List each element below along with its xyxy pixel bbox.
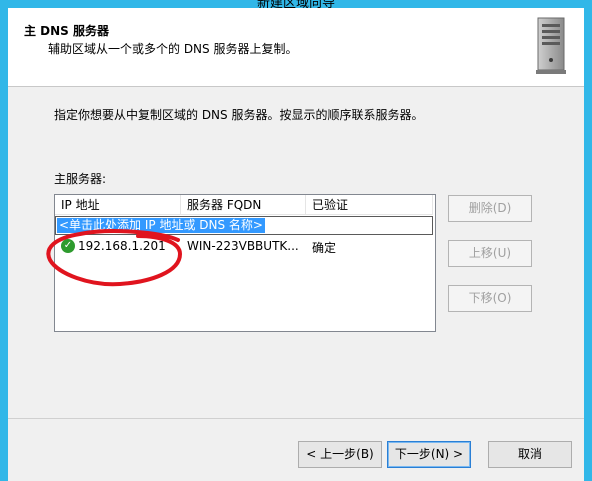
header-subtitle: 辅助区域从一个或多个的 DNS 服务器上复制。 xyxy=(48,42,298,56)
row-verified: 确定 xyxy=(312,241,337,255)
window-title: 新建区域向导 xyxy=(256,0,335,8)
column-verified[interactable]: 已验证 xyxy=(306,195,433,215)
footer-divider xyxy=(8,418,584,419)
move-up-button[interactable]: 上移(U) xyxy=(448,240,532,267)
add-server-row[interactable]: <单击此处添加 IP 地址或 DNS 名称> xyxy=(55,216,433,235)
master-server-list[interactable]: IP 地址 服务器 FQDN 已验证 <单击此处添加 IP 地址或 DNS 名称… xyxy=(54,194,436,332)
instruction-text: 指定你想要从中复制区域的 DNS 服务器。按显示的顺序联系服务器。 xyxy=(54,108,424,122)
delete-button[interactable]: 删除(D) xyxy=(448,195,532,222)
list-header: IP 地址 服务器 FQDN 已验证 xyxy=(55,195,435,216)
column-fqdn[interactable]: 服务器 FQDN xyxy=(181,195,306,215)
cancel-button[interactable]: 取消 xyxy=(488,441,572,468)
back-button[interactable]: < 上一步(B) xyxy=(298,441,382,468)
add-server-input[interactable]: <单击此处添加 IP 地址或 DNS 名称> xyxy=(57,218,265,233)
header-title: 主 DNS 服务器 xyxy=(24,24,110,38)
check-icon: ✓ xyxy=(61,239,75,253)
window-right-edge xyxy=(584,0,592,481)
wizard-body: 指定你想要从中复制区域的 DNS 服务器。按显示的顺序联系服务器。 主服务器: … xyxy=(8,87,584,481)
list-label: 主服务器: xyxy=(54,172,107,186)
column-ip[interactable]: IP 地址 xyxy=(55,195,181,215)
server-icon xyxy=(536,17,566,74)
list-item[interactable]: ✓ 192.168.1.201 WIN-223VBBUTK... 确定 xyxy=(55,237,433,257)
row-fqdn: WIN-223VBBUTK... xyxy=(187,239,299,253)
wizard-header: 主 DNS 服务器 辅助区域从一个或多个的 DNS 服务器上复制。 xyxy=(8,8,584,87)
window-titlebar: 新建区域向导 xyxy=(0,0,592,8)
row-ip: 192.168.1.201 xyxy=(78,239,166,253)
next-button[interactable]: 下一步(N) > xyxy=(387,441,471,468)
move-down-button[interactable]: 下移(O) xyxy=(448,285,532,312)
